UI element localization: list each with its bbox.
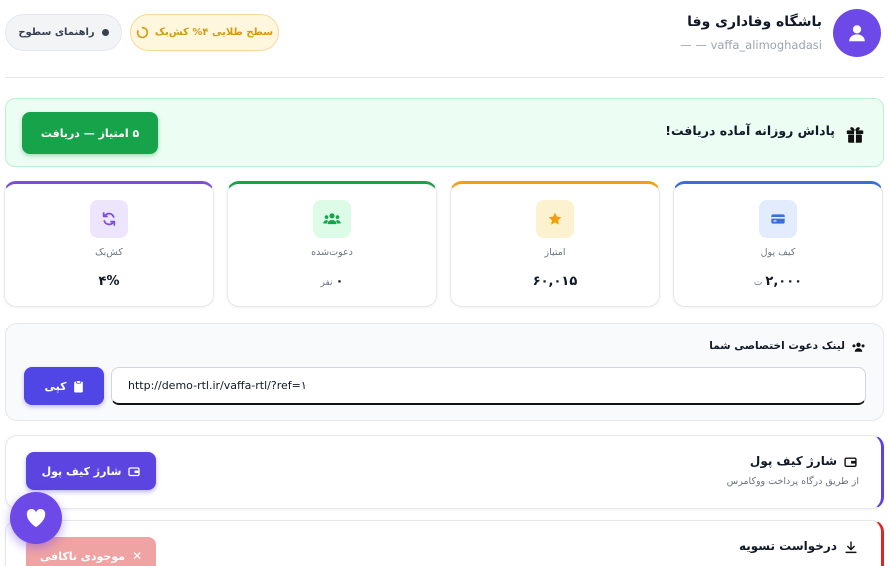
user-avatar[interactable]	[833, 9, 881, 57]
settlement-title: درخواست تسویه	[738, 539, 837, 553]
wallet-unit: ت	[753, 278, 763, 288]
claim-reward-button[interactable]: ۵ امتیاز — دریافت	[22, 112, 158, 154]
stat-card-points: امتیاز ۶۰,۰۱۵	[450, 181, 660, 307]
level-badge-button[interactable]: سطح طلایی ۴% کش‌بک	[130, 14, 279, 51]
invite-link-field[interactable]: http://demo-rtl.ir/vaffa-rtl/?ref=۱	[111, 367, 866, 405]
close-icon: ✕	[132, 549, 143, 563]
page-title: باشگاه وفاداری وفا	[687, 14, 822, 30]
daily-reward-text: پاداش روزانه آماده دریافت!	[665, 123, 835, 138]
header: باشگاه وفاداری وفا — — vaffa_alimoghadas…	[5, 0, 884, 78]
copy-label: کپی	[44, 379, 67, 393]
gift-icon	[846, 127, 864, 143]
stat-label: کش‌بک	[95, 247, 123, 258]
stat-card-cashback: کش‌بک ۴%	[4, 181, 214, 307]
clipboard-icon	[73, 379, 83, 392]
charge-wallet-row: شارژ کیف پول از طریق درگاه پرداخت ووکامر…	[5, 435, 884, 509]
wallet-balance: ۲,۰۰۰	[765, 274, 803, 289]
charge-wallet-button[interactable]: شارژ کیف پول	[26, 452, 156, 490]
invite-title: لینک دعوت اختصاصی شما	[709, 340, 845, 352]
invited-unit: نفر	[320, 278, 333, 288]
daily-reward-banner: پاداش روزانه آماده دریافت! ۵ امتیاز — در…	[5, 98, 884, 167]
user-icon	[849, 25, 865, 42]
wallet-icon	[759, 200, 797, 238]
users-icon	[852, 342, 865, 352]
wallet-icon	[128, 466, 141, 476]
favorites-fab-button[interactable]	[10, 492, 62, 544]
users-icon	[313, 200, 351, 238]
loading-ring-icon	[136, 26, 149, 39]
levels-guide-label: راهنمای سطوح	[18, 27, 95, 38]
loyalty-club-page: باشگاه وفاداری وفا — — vaffa_alimoghadas…	[0, 0, 889, 566]
stat-label: دعوت‌شده	[311, 247, 353, 258]
insufficient-balance-label: موجودی ناکافی	[39, 549, 126, 563]
level-badge-label: سطح طلایی ۴% کش‌بک	[154, 27, 274, 38]
stat-label: امتیاز	[544, 247, 566, 258]
refresh-icon	[90, 200, 128, 238]
stat-value: ۲,۰۰۰ت	[674, 274, 882, 289]
settlement-request-row: درخواست تسویه ✕ موجودی ناکافی	[5, 520, 884, 566]
copy-button[interactable]: کپی	[24, 367, 104, 405]
username: — — vaffa_alimoghadasi	[680, 38, 822, 52]
wallet-icon	[844, 457, 857, 468]
download-icon	[845, 541, 857, 554]
star-icon	[536, 200, 574, 238]
invited-count: ۰	[335, 274, 344, 289]
points-value: ۶۰,۰۱۵	[532, 274, 578, 289]
dot-icon	[101, 29, 109, 36]
cashback-value: ۴%	[98, 274, 120, 289]
stat-label: کیف پول	[760, 247, 796, 258]
stat-card-wallet: کیف پول ۲,۰۰۰ت	[673, 181, 883, 307]
levels-guide-button[interactable]: راهنمای سطوح	[5, 14, 122, 51]
heart-icon	[26, 508, 46, 528]
invite-link-panel: لینک دعوت اختصاصی شما http://demo-rtl.ir…	[5, 323, 884, 421]
charge-wallet-button-label: شارژ کیف پول	[41, 464, 122, 478]
stat-card-invited: دعوت‌شده ۰نفر	[227, 181, 437, 307]
charge-wallet-subtitle: از طریق درگاه پرداخت ووکامرس	[726, 476, 859, 487]
stat-value: ۰نفر	[228, 274, 436, 289]
charge-wallet-title: شارژ کیف پول	[749, 454, 837, 468]
